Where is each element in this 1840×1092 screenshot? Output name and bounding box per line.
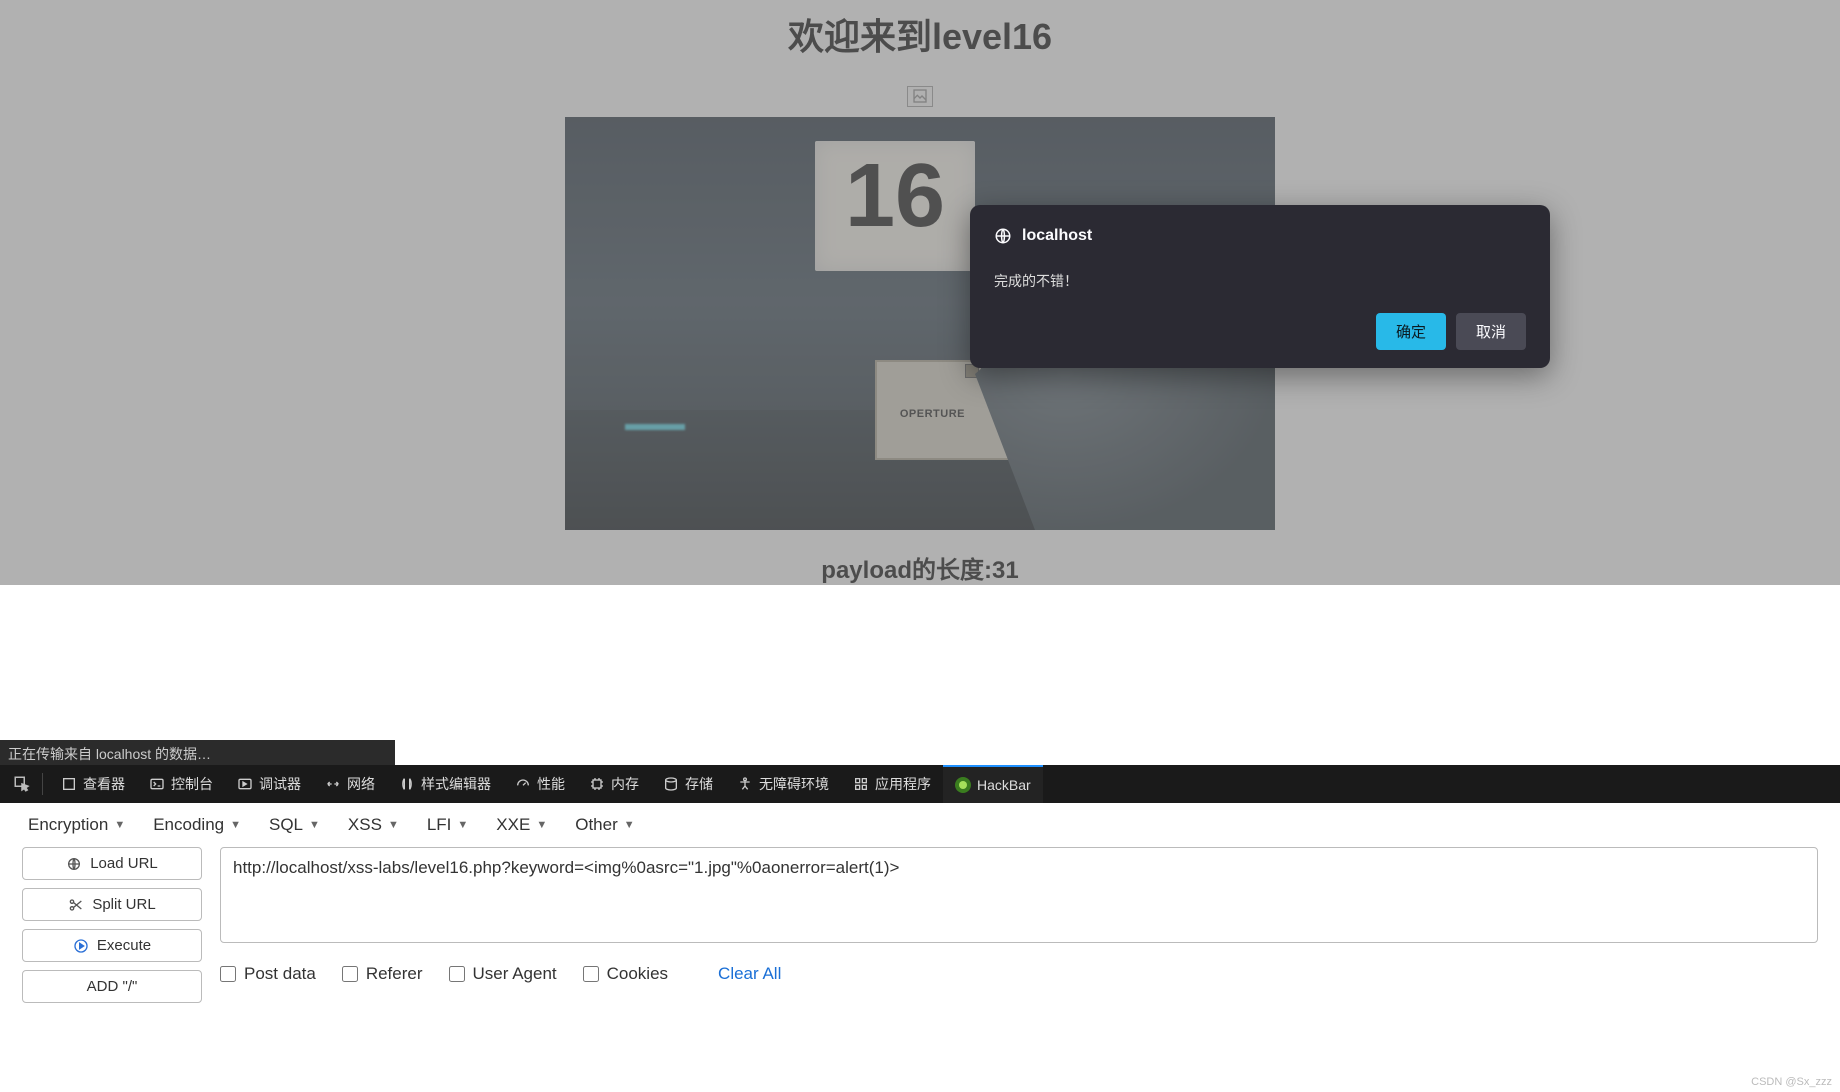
- check-post-data[interactable]: Post data: [220, 964, 316, 984]
- page-content: 欢迎来到level16 16 OPERTURE payload的长度:31: [0, 0, 1840, 585]
- split-url-button[interactable]: Split URL: [22, 888, 202, 921]
- page-title: 欢迎来到level16: [788, 8, 1052, 60]
- tab-storage[interactable]: 存储: [651, 765, 725, 803]
- dialog-ok-button[interactable]: 确定: [1376, 313, 1446, 350]
- menu-other[interactable]: Other▼: [575, 815, 634, 835]
- aperture-label: OPERTURE: [900, 408, 965, 420]
- watermark: CSDN @Sx_zzz: [1751, 1076, 1832, 1088]
- tab-network[interactable]: 网络: [313, 765, 387, 803]
- play-circle-icon: [73, 938, 89, 954]
- url-input[interactable]: [220, 847, 1818, 943]
- menu-encryption[interactable]: Encryption▼: [28, 815, 125, 835]
- tab-application[interactable]: 应用程序: [841, 765, 943, 803]
- dialog-message: 完成的不错！: [994, 271, 1526, 291]
- js-confirm-dialog: localhost 完成的不错！ 确定 取消: [970, 205, 1550, 368]
- broken-image-icon: [907, 86, 933, 107]
- dialog-cancel-button[interactable]: 取消: [1456, 313, 1526, 350]
- menu-lfi[interactable]: LFI▼: [427, 815, 468, 835]
- globe-small-icon: [66, 856, 82, 872]
- tab-accessibility[interactable]: 无障碍环境: [725, 765, 841, 803]
- menu-xss[interactable]: XSS▼: [348, 815, 399, 835]
- tab-memory[interactable]: 内存: [577, 765, 651, 803]
- menu-encoding[interactable]: Encoding▼: [153, 815, 241, 835]
- tab-console[interactable]: 控制台: [137, 765, 225, 803]
- menu-sql[interactable]: SQL▼: [269, 815, 320, 835]
- sign-16: 16: [815, 141, 975, 271]
- load-url-button[interactable]: Load URL: [22, 847, 202, 880]
- clear-all-link[interactable]: Clear All: [718, 964, 781, 984]
- add-slash-button[interactable]: ADD "/": [22, 970, 202, 1003]
- hackbar-menu: Encryption▼ Encoding▼ SQL▼ XSS▼ LFI▼ XXE…: [0, 803, 1840, 847]
- tab-inspector[interactable]: 查看器: [49, 765, 137, 803]
- tab-hackbar[interactable]: HackBar: [943, 765, 1043, 803]
- tab-debugger[interactable]: 调试器: [225, 765, 313, 803]
- check-referer[interactable]: Referer: [342, 964, 423, 984]
- check-user-agent[interactable]: User Agent: [449, 964, 557, 984]
- globe-icon: [994, 227, 1012, 245]
- execute-button[interactable]: Execute: [22, 929, 202, 962]
- status-bar: 正在传输来自 localhost 的数据…: [0, 740, 395, 766]
- dialog-host: localhost: [1022, 227, 1092, 245]
- element-picker-icon[interactable]: [8, 770, 36, 798]
- payload-length-text: payload的长度:31: [821, 550, 1018, 585]
- scissors-icon: [68, 897, 84, 913]
- tab-performance[interactable]: 性能: [503, 765, 577, 803]
- devtools-tab-bar: 查看器 控制台 调试器 网络 样式编辑器 性能 内存 存储 无障碍环境 应用程序…: [0, 765, 1840, 803]
- tab-style-editor[interactable]: 样式编辑器: [387, 765, 503, 803]
- hackbar-icon: [955, 777, 971, 793]
- check-cookies[interactable]: Cookies: [583, 964, 668, 984]
- menu-xxe[interactable]: XXE▼: [496, 815, 547, 835]
- hackbar-panel: Encryption▼ Encoding▼ SQL▼ XSS▼ LFI▼ XXE…: [0, 803, 1840, 1092]
